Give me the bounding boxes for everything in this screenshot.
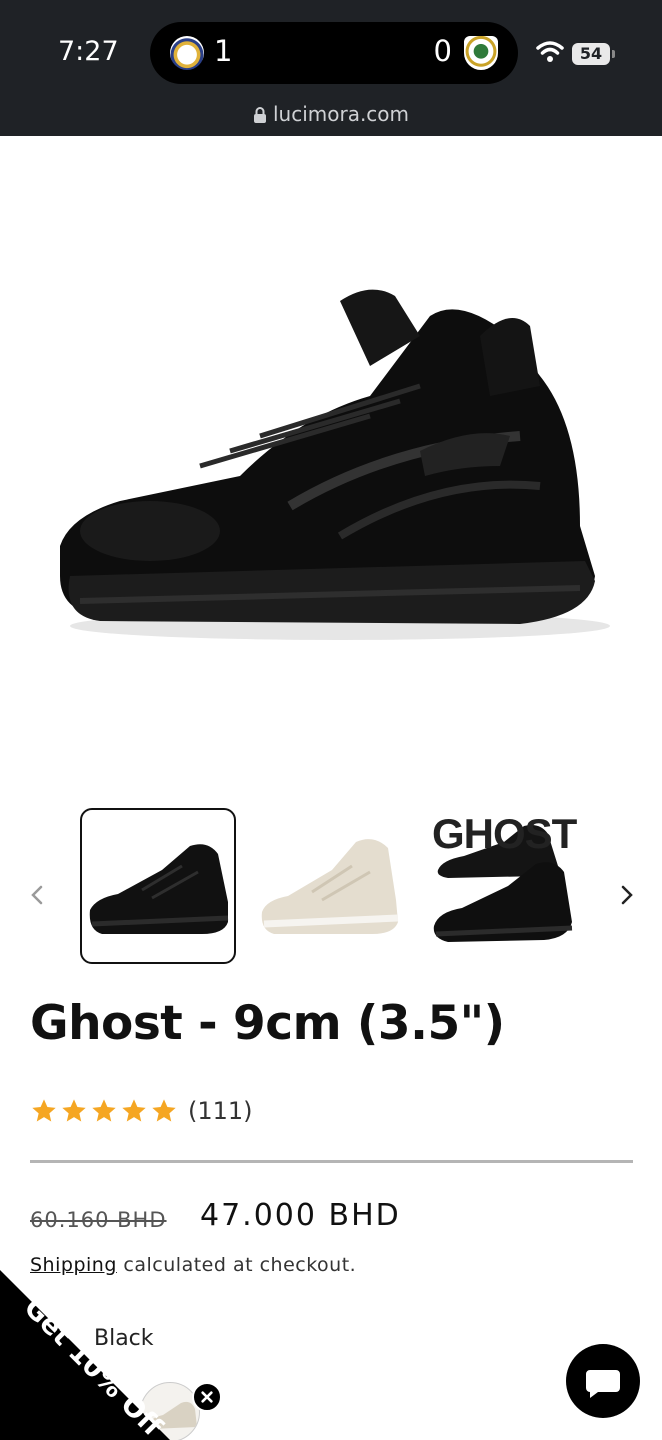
home-team-crest-icon [170, 36, 204, 70]
black-sneaker-thumb [89, 844, 229, 934]
shipping-note: Shipping calculated at checkout. [30, 1254, 356, 1276]
sale-price: 47.000 BHD [200, 1198, 401, 1233]
thumbnail-1[interactable] [80, 808, 236, 964]
thumbnail-2[interactable] [252, 808, 408, 964]
status-time: 7:27 [58, 36, 119, 67]
beige-sneaker-thumb [261, 839, 399, 934]
chat-button[interactable] [566, 1344, 640, 1418]
shipping-note-text: calculated at checkout. [116, 1254, 357, 1276]
rating-stars[interactable]: (111) [30, 1096, 253, 1126]
star-icon [92, 1099, 116, 1122]
away-score: 0 [433, 34, 452, 68]
battery-indicator: 54 [572, 43, 610, 65]
url-text: lucimora.com [272, 102, 410, 126]
thumbnail-next-button[interactable] [612, 880, 642, 910]
star-icon [152, 1099, 176, 1122]
status-bar: 7:27 1 0 54 lucimora.com [0, 0, 662, 136]
color-label: Black [94, 1326, 154, 1351]
product-title: Ghost - 9cm (3.5") [30, 996, 505, 1051]
main-product-image[interactable] [0, 136, 662, 786]
star-icon [32, 1099, 56, 1122]
wifi-icon [536, 41, 564, 62]
thumbnail-ghost-label: GHOST [432, 810, 577, 857]
promo-close-icon[interactable] [192, 1382, 222, 1412]
sneaker-image [60, 289, 610, 640]
lock-icon [253, 107, 266, 123]
divider [30, 1160, 633, 1163]
thumbnail-prev-button[interactable] [22, 880, 52, 910]
battery-tip [612, 50, 615, 58]
review-count[interactable]: (111) [188, 1097, 253, 1125]
address-bar[interactable]: lucimora.com [0, 102, 662, 126]
away-team-crest-icon [464, 36, 498, 70]
home-score: 1 [214, 34, 233, 68]
star-icon [62, 1099, 86, 1122]
live-activity-scoreboard[interactable]: 1 0 [150, 22, 518, 84]
shipping-link[interactable]: Shipping [30, 1254, 117, 1276]
chat-icon [586, 1370, 620, 1398]
compare-at-price: 60.160 BHD [30, 1208, 167, 1232]
star-icon [122, 1099, 146, 1122]
thumbnail-3[interactable]: GHOST [424, 808, 580, 964]
